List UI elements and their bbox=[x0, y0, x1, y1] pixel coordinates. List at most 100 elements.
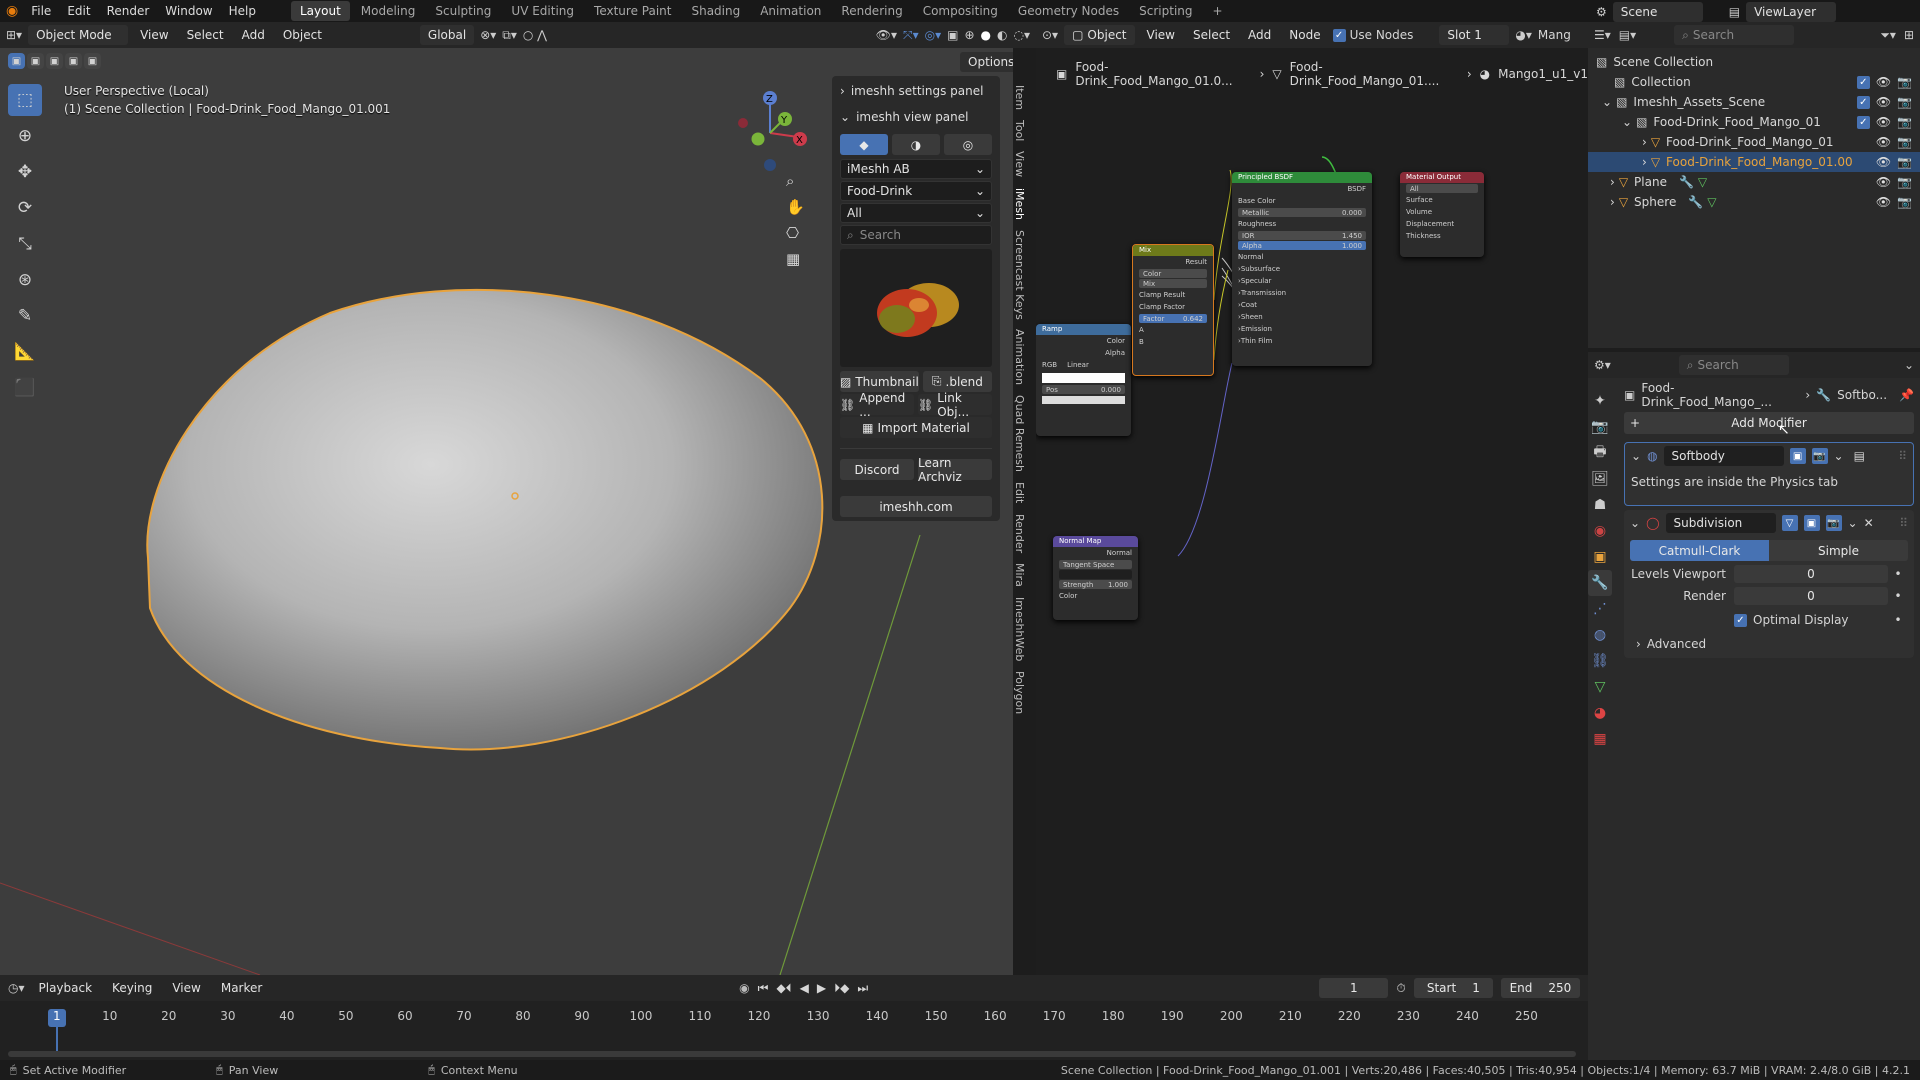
exclude-checkbox[interactable]: ✓ bbox=[1856, 115, 1870, 129]
material-output-node[interactable]: Material Output All Surface Volume Displ… bbox=[1400, 172, 1484, 257]
select-invert-icon[interactable]: ▣ bbox=[65, 53, 82, 69]
thin-film-section[interactable]: › Thin Film bbox=[1232, 335, 1372, 347]
outliner-row-scene-collection[interactable]: ▧ Scene Collection bbox=[1588, 52, 1920, 72]
timeline-menu-view[interactable]: View bbox=[166, 979, 206, 997]
physics-tab-icon[interactable]: ◍ bbox=[1588, 622, 1612, 648]
ior-field[interactable]: IOR 1.450 bbox=[1238, 231, 1366, 240]
imeshh-view-panel-header[interactable]: ⌄ imeshh view panel bbox=[836, 106, 996, 128]
sidebar-tab-mira[interactable]: Mira bbox=[1013, 558, 1026, 592]
chevron-down-icon[interactable]: ⌄ bbox=[1622, 115, 1632, 129]
output-tab-icon[interactable]: 🖶 bbox=[1588, 440, 1612, 466]
timeline-menu-marker[interactable]: Marker bbox=[215, 979, 268, 997]
node-object-selector[interactable]: ▢ Object bbox=[1064, 25, 1135, 45]
sidebar-tab-quad-remesh[interactable]: Quad Remesh bbox=[1013, 390, 1026, 477]
sidebar-tab-animation[interactable]: Animation bbox=[1013, 324, 1026, 390]
models-tab-icon[interactable]: ◆ bbox=[840, 134, 888, 155]
snap-icon[interactable]: ⧉▾ bbox=[502, 28, 517, 43]
play-icon[interactable]: ▶ bbox=[817, 981, 826, 995]
texture-tab-icon[interactable]: ▦ bbox=[1588, 726, 1612, 752]
cursor-tool-icon[interactable]: ⊕ bbox=[8, 120, 42, 152]
coat-section[interactable]: › Coat bbox=[1232, 299, 1372, 311]
sidebar-tab-polygon[interactable]: Polygon bbox=[1013, 666, 1026, 719]
outliner-row-plane[interactable]: › ▽ Plane 🔧 ▽ 👁 📷 bbox=[1588, 172, 1920, 192]
record-icon[interactable]: ◉ bbox=[739, 981, 749, 995]
editor-type-icon[interactable]: ⊙▾ bbox=[1042, 28, 1058, 42]
add-cube-tool-icon[interactable]: ⬛ bbox=[8, 372, 42, 404]
render-tab-icon[interactable]: 📷 bbox=[1588, 414, 1612, 440]
ortho-grid-icon[interactable]: ▦ bbox=[786, 250, 805, 268]
transform-orientation-dropdown[interactable]: Global bbox=[419, 25, 475, 45]
data-tab-icon[interactable]: ▽ bbox=[1588, 674, 1612, 700]
subsurface-section[interactable]: › Subsurface bbox=[1232, 263, 1372, 275]
transmission-section[interactable]: › Transmission bbox=[1232, 287, 1372, 299]
chevron-down-icon[interactable]: ⌄ bbox=[1904, 358, 1914, 372]
object-tab-icon[interactable]: ▣ bbox=[1588, 544, 1612, 570]
uv-map-field[interactable] bbox=[1059, 570, 1132, 579]
physics-settings-icon[interactable]: ▤ bbox=[1854, 449, 1865, 463]
material-tab-icon[interactable]: ◕ bbox=[1588, 700, 1612, 726]
render-levels-field[interactable]: 0 bbox=[1734, 587, 1888, 605]
tab-texture-paint[interactable]: Texture Paint bbox=[585, 1, 680, 21]
tab-compositing[interactable]: Compositing bbox=[914, 1, 1007, 21]
select-subtract-icon[interactable]: ▣ bbox=[46, 53, 63, 69]
prev-keyframe-icon[interactable]: ◆⏴ bbox=[776, 981, 791, 996]
filter-dropdown[interactable]: All ⌄ bbox=[840, 203, 992, 223]
shading-solid-icon[interactable]: ● bbox=[981, 28, 991, 42]
sidebar-tab-view[interactable]: View bbox=[1013, 146, 1026, 182]
chevron-down-icon[interactable]: ⌄ bbox=[1631, 449, 1641, 463]
menu-edit[interactable]: Edit bbox=[60, 4, 97, 18]
softbody-editmode-toggle[interactable]: ▣ bbox=[1789, 448, 1806, 464]
advanced-section-toggle[interactable]: › Advanced bbox=[1636, 637, 1902, 651]
thumbnail-button[interactable]: ▨ Thumbnail bbox=[840, 371, 919, 392]
rotate-tool-icon[interactable]: ⟳ bbox=[8, 192, 42, 224]
outliner-editor-icon[interactable]: ☰▾ bbox=[1594, 28, 1611, 42]
timeline-editor-icon[interactable]: ◷▾ bbox=[8, 981, 25, 995]
close-icon[interactable]: ✕ bbox=[1864, 516, 1874, 530]
discord-button[interactable]: Discord bbox=[840, 459, 914, 480]
select-box-icon[interactable]: ▣ bbox=[8, 53, 25, 69]
timeline-menu-keying[interactable]: Keying bbox=[106, 979, 158, 997]
mix-factor-field[interactable]: Factor 0.642 bbox=[1139, 314, 1207, 323]
alpha-field[interactable]: Alpha 1.000 bbox=[1238, 241, 1366, 250]
chevron-down-icon[interactable]: ⌄ bbox=[1630, 516, 1640, 530]
scene-selector[interactable]: Scene bbox=[1612, 2, 1703, 22]
material-name-field[interactable]: Mang bbox=[1538, 28, 1571, 42]
shader-node-editor[interactable]: ▣ Food-Drink_Food_Mango_01.0... › ▽ Food… bbox=[1036, 48, 1588, 975]
sidebar-tab-imeshhweb[interactable]: ImeshhWeb bbox=[1013, 592, 1026, 666]
optimal-display-checkbox[interactable]: ✓ Optimal Display • bbox=[1734, 611, 1908, 629]
camera-icon[interactable]: 📷 bbox=[1897, 95, 1912, 109]
properties-editor-icon[interactable]: ⚙▾ bbox=[1594, 358, 1611, 372]
pivot-icon[interactable]: ⊗▾ bbox=[480, 28, 496, 42]
eye-icon[interactable]: 👁 bbox=[1876, 95, 1891, 109]
outliner-search-input[interactable]: ⌕ Search bbox=[1674, 25, 1795, 45]
tab-uv-editing[interactable]: UV Editing bbox=[502, 1, 583, 21]
ramp-gradient[interactable] bbox=[1042, 373, 1125, 383]
mix-node[interactable]: Mix Result Color Mix Clamp Result Clamp … bbox=[1132, 244, 1214, 376]
current-frame-field[interactable]: 1 bbox=[1319, 978, 1389, 998]
visibility-icon[interactable]: 👁▾ bbox=[876, 28, 897, 42]
camera-icon[interactable]: 📷 bbox=[1897, 155, 1912, 169]
menu-render[interactable]: Render bbox=[100, 4, 157, 18]
chevron-right-icon[interactable]: › bbox=[1642, 135, 1647, 149]
imeshh-settings-panel-header[interactable]: › imeshh settings panel bbox=[836, 80, 996, 102]
chevron-down-icon[interactable]: ⌄ bbox=[1848, 516, 1858, 530]
viewport-menu-select[interactable]: Select bbox=[181, 26, 230, 44]
play-reverse-icon[interactable]: ◀ bbox=[800, 981, 809, 995]
eye-icon[interactable]: 👁 bbox=[1876, 195, 1891, 209]
viewport-menu-object[interactable]: Object bbox=[277, 26, 328, 44]
camera-icon[interactable]: 📷 bbox=[1897, 195, 1912, 209]
emission-section[interactable]: › Emission bbox=[1232, 323, 1372, 335]
tab-rendering[interactable]: Rendering bbox=[832, 1, 911, 21]
viewport-menu-add[interactable]: Add bbox=[236, 26, 271, 44]
shading-material-icon[interactable]: ◐ bbox=[997, 28, 1007, 42]
exclude-checkbox[interactable]: ✓ bbox=[1856, 95, 1870, 109]
sheen-section[interactable]: › Sheen bbox=[1232, 311, 1372, 323]
color-ramp-node[interactable]: Ramp Color Alpha RGB Linear Pos 0.000 bbox=[1036, 324, 1131, 436]
navigation-gizmo[interactable]: Z X Y bbox=[725, 85, 815, 175]
learn-archviz-button[interactable]: Learn Archviz bbox=[918, 456, 992, 484]
shading-rendered-icon[interactable]: ◌▾ bbox=[1014, 28, 1031, 42]
chevron-down-icon[interactable]: ⌄ bbox=[1834, 449, 1844, 463]
select-intersect-icon[interactable]: ▣ bbox=[84, 53, 101, 69]
timeline-scrollbar[interactable] bbox=[8, 1051, 1576, 1057]
link-object-button[interactable]: ⛓ Link Obj... bbox=[918, 391, 992, 419]
